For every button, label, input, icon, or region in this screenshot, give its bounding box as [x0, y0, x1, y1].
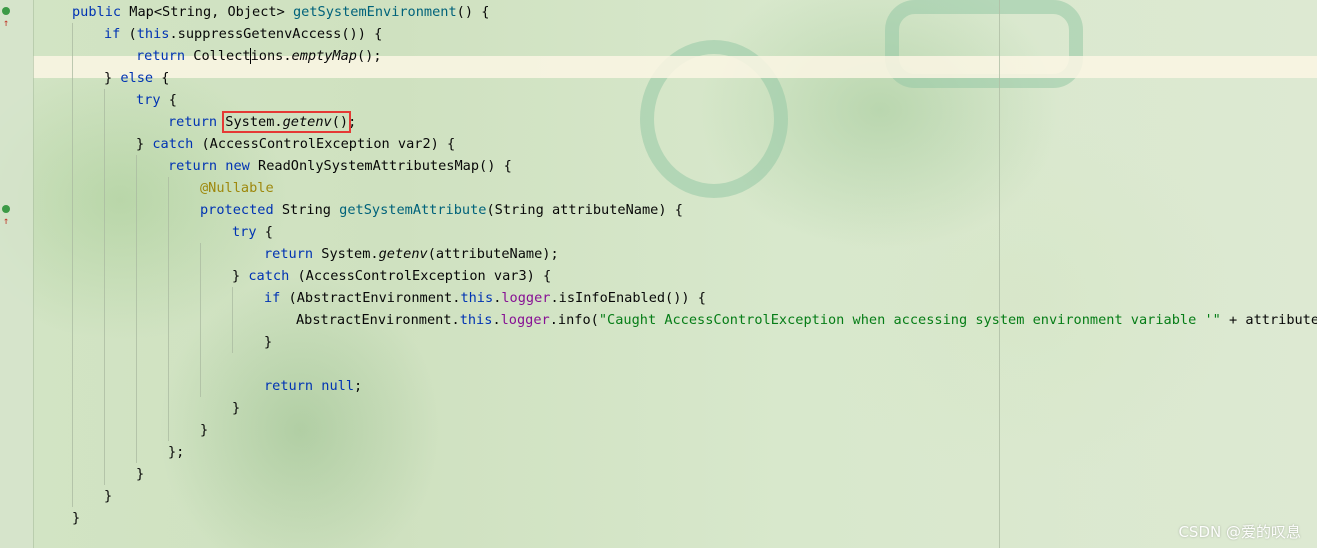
code-token: return	[264, 378, 314, 394]
code-token: "Caught AccessControlException when acce…	[598, 312, 1221, 328]
code-token: ReadOnlySystemAttributesMap() {	[249, 158, 512, 174]
code-line[interactable]: } catch (AccessControlException var3) {	[232, 265, 551, 287]
code-line[interactable]: }	[200, 419, 208, 441]
code-line[interactable]: } catch (AccessControlException var2) {	[136, 133, 455, 155]
code-line[interactable]: }	[104, 485, 112, 507]
code-line[interactable]: }	[136, 463, 144, 485]
code-token: System.	[313, 246, 379, 262]
code-token: ;	[354, 378, 363, 394]
code-line[interactable]: return new ReadOnlySystemAttributesMap()…	[168, 155, 512, 177]
code-token: .isInfoEnabled()) {	[550, 290, 706, 306]
code-token: {	[256, 224, 273, 240]
code-line[interactable]: };	[168, 441, 184, 463]
code-editor[interactable]: public Map<String, Object> getSystemEnvi…	[40, 0, 1317, 548]
code-token: getenv	[378, 246, 428, 262]
code-token: (AccessControlException var3) {	[289, 268, 552, 284]
code-token: (AccessControlException var2) {	[193, 136, 456, 152]
code-token: };	[168, 444, 185, 460]
code-line[interactable]: if (this.suppressGetenvAccess()) {	[104, 23, 382, 45]
code-token: (AbstractEnvironment.	[280, 290, 461, 306]
gutter-divider	[33, 0, 34, 548]
code-token: ()	[331, 114, 349, 130]
code-token: return	[168, 114, 218, 130]
code-token: return	[168, 158, 218, 174]
code-token: }	[136, 136, 153, 152]
code-line[interactable]: return System.getenv();	[168, 111, 356, 133]
code-token: emptyMap	[291, 48, 357, 64]
code-token: if	[104, 26, 121, 42]
code-token: new	[225, 158, 250, 174]
code-token: {	[160, 92, 177, 108]
code-line[interactable]: }	[72, 507, 80, 529]
code-line[interactable]: try {	[136, 89, 177, 111]
code-token: ;	[348, 114, 357, 130]
code-token: () {	[456, 4, 490, 20]
code-token: .info(	[549, 312, 599, 328]
code-token: .suppressGetenvAccess()) {	[169, 26, 383, 42]
code-token: }	[72, 510, 81, 526]
code-token: return	[136, 48, 186, 64]
code-line[interactable]: return Collections.emptyMap();	[136, 45, 382, 67]
highlight-box: System.getenv()	[222, 111, 352, 133]
watermark: CSDN @爱的叹息	[1178, 523, 1301, 541]
code-token: + attributeNam	[1229, 312, 1317, 328]
code-token: (attributeName);	[427, 246, 559, 262]
code-token: public	[72, 4, 122, 20]
code-token: }	[232, 268, 249, 284]
code-token: String	[273, 202, 340, 218]
code-token: .	[492, 312, 501, 328]
code-token: }	[232, 400, 241, 416]
code-token: {	[153, 70, 170, 86]
code-token: null	[321, 378, 355, 394]
code-token: }	[200, 422, 209, 438]
code-line[interactable]: public Map<String, Object> getSystemEnvi…	[72, 1, 489, 23]
override-method-icon[interactable]: ↑	[2, 204, 16, 227]
code-token: }	[264, 334, 273, 350]
code-line[interactable]: @Nullable	[200, 177, 274, 199]
code-token: System.	[225, 114, 283, 130]
code-line[interactable]: }	[232, 397, 240, 419]
code-token: this	[460, 290, 494, 306]
code-token: Map<String, Object>	[121, 4, 293, 20]
code-token: protected	[200, 202, 274, 218]
code-token: (String attributeName) {	[486, 202, 683, 218]
editor-gutter	[0, 0, 33, 548]
code-token: (	[120, 26, 137, 42]
code-token: catch	[248, 268, 290, 284]
code-token: getSystemAttribute	[339, 202, 487, 218]
code-token: this	[136, 26, 170, 42]
code-token: getSystemEnvironment	[292, 4, 457, 20]
code-line[interactable]: if (AbstractEnvironment.this.logger.isIn…	[264, 287, 706, 309]
code-token: }	[104, 488, 113, 504]
code-token: try	[232, 224, 257, 240]
code-token: return	[264, 246, 314, 262]
code-line[interactable]: return null;	[264, 375, 362, 397]
code-line[interactable]: }	[264, 331, 272, 353]
code-line[interactable]: AbstractEnvironment.this.logger.info("Ca…	[296, 309, 1317, 331]
code-token: catch	[152, 136, 194, 152]
code-token: }	[136, 466, 145, 482]
code-token: getenv	[282, 114, 332, 130]
code-token: logger	[500, 312, 550, 328]
override-method-icon[interactable]: ↑	[2, 6, 16, 29]
code-token: if	[264, 290, 281, 306]
code-token: }	[104, 70, 121, 86]
code-token: else	[120, 70, 154, 86]
code-token: Collect	[185, 48, 251, 64]
code-token: @Nullable	[200, 180, 274, 196]
code-line[interactable]: } else {	[104, 67, 170, 89]
code-line[interactable]: try {	[232, 221, 273, 243]
code-token: AbstractEnvironment.	[296, 312, 460, 328]
code-token: try	[136, 92, 161, 108]
code-line[interactable]: return System.getenv(attributeName);	[264, 243, 559, 265]
code-token: ();	[357, 48, 382, 64]
code-token: ions.	[250, 48, 292, 64]
code-line[interactable]: protected String getSystemAttribute(Stri…	[200, 199, 683, 221]
code-token: logger	[501, 290, 551, 306]
code-token: this	[459, 312, 493, 328]
